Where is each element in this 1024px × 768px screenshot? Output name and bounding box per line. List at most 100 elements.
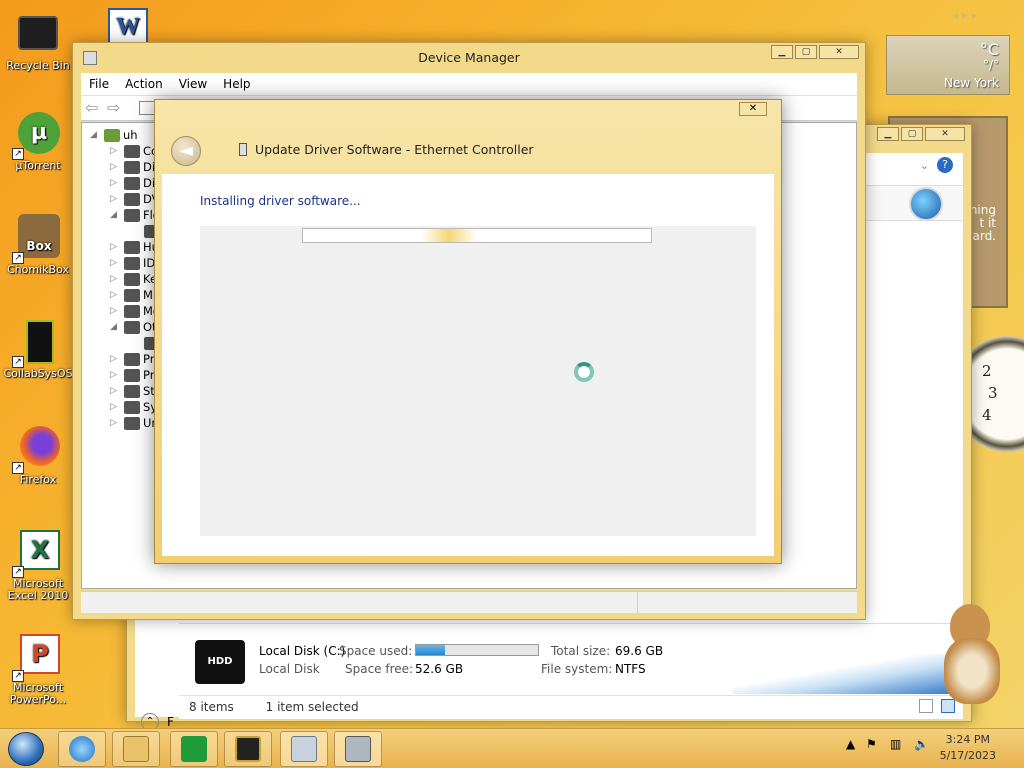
close-button[interactable]: ✕ bbox=[819, 45, 859, 59]
expand-toggle-icon[interactable]: ▷ bbox=[110, 274, 120, 284]
device-category-icon bbox=[124, 400, 140, 414]
hamster-mascot[interactable] bbox=[940, 604, 1006, 708]
expand-toggle-icon[interactable]: ◢ bbox=[110, 322, 120, 332]
tree-item[interactable]: ▷ Un bbox=[110, 415, 159, 431]
device-category-icon bbox=[124, 368, 140, 382]
expand-toggle-icon[interactable]: ▷ bbox=[110, 386, 120, 396]
back-arrow-icon[interactable]: ⇦ bbox=[85, 98, 98, 117]
desktop-icon-label: Microsoft PowerPo... bbox=[9, 681, 67, 706]
device-category-icon bbox=[124, 192, 140, 206]
device-category-icon bbox=[124, 384, 140, 398]
show-hidden-icons[interactable]: ▲ bbox=[846, 737, 855, 751]
drive-name: Local Disk (C:) bbox=[259, 644, 346, 658]
tree-root[interactable]: ◢ uh bbox=[90, 127, 138, 143]
desktop-icon-label: CollabSysOS bbox=[3, 367, 73, 380]
forward-arrow-icon[interactable]: ⇨ bbox=[107, 98, 120, 117]
taskbar-store[interactable] bbox=[170, 731, 218, 767]
expand-toggle-icon[interactable]: ▷ bbox=[110, 162, 120, 172]
taskbar: ▲ ⚑ ▥ 🔈 3:24 PM 5/17/2023 bbox=[0, 728, 1024, 768]
busy-spinner-icon bbox=[574, 362, 594, 382]
expand-toggle-icon[interactable]: ▷ bbox=[110, 370, 120, 380]
volume-muted-icon[interactable]: 🔈 bbox=[914, 737, 929, 751]
clock-number: 4 bbox=[982, 406, 992, 424]
desktop-icon-label: Recycle Bin bbox=[6, 59, 70, 72]
progress-marquee bbox=[421, 229, 477, 242]
maximize-button[interactable]: ▢ bbox=[795, 45, 817, 59]
expand-toggle-icon[interactable]: ▷ bbox=[110, 178, 120, 188]
expand-toggle-icon[interactable]: ▷ bbox=[110, 402, 120, 412]
excel-icon: X ↗ bbox=[12, 528, 62, 578]
device-category-icon bbox=[124, 176, 140, 190]
desktop-icon-powerpoint[interactable]: P ↗ Microsoft PowerPo... bbox=[0, 632, 76, 706]
expand-toggle-icon[interactable]: ▷ bbox=[110, 290, 120, 300]
file-system-value: NTFS bbox=[615, 662, 646, 676]
tree-item[interactable]: ◢ Ot bbox=[110, 319, 157, 335]
tree-item[interactable]: ▷ Hu bbox=[110, 239, 159, 255]
tree-item[interactable]: ▷ ID bbox=[110, 255, 155, 271]
install-status: Installing driver software... bbox=[200, 194, 361, 208]
gadget-nav-arrows[interactable]: ◂ ▸ ▸ bbox=[952, 8, 978, 22]
expand-toggle-icon[interactable]: ▷ bbox=[110, 194, 120, 204]
help-icon[interactable]: ? bbox=[937, 157, 953, 173]
taskbar-update-driver[interactable] bbox=[334, 731, 382, 767]
taskbar-clock[interactable]: 3:24 PM 5/17/2023 bbox=[940, 732, 996, 764]
clock-date: 5/17/2023 bbox=[939, 749, 996, 762]
tree-item[interactable]: ▷ Pri bbox=[110, 351, 158, 367]
status-bar bbox=[81, 591, 857, 613]
menu-action[interactable]: Action bbox=[117, 77, 171, 91]
expand-toggle-icon[interactable]: ◢ bbox=[110, 210, 120, 220]
desktop-icon-label: µTorrent bbox=[15, 159, 61, 172]
total-size-label: Total size: bbox=[551, 644, 611, 658]
desktop-icon-firefox[interactable]: ↗ Firefox bbox=[0, 424, 76, 486]
desktop-icon-utorrent[interactable]: µ ↗ µTorrent bbox=[0, 110, 76, 172]
menu-help[interactable]: Help bbox=[215, 77, 258, 91]
tree-item[interactable]: ▷ DV bbox=[110, 191, 160, 207]
expand-toggle-icon[interactable]: ▷ bbox=[110, 418, 120, 428]
minimize-button[interactable]: ▁ bbox=[877, 127, 899, 141]
details-view-icon[interactable] bbox=[919, 699, 933, 713]
network-icon[interactable]: ▥ bbox=[890, 737, 901, 751]
weather-unit: °C bbox=[979, 40, 999, 59]
taskbar-device-manager[interactable] bbox=[280, 731, 328, 767]
selection-count: 1 item selected bbox=[265, 700, 359, 714]
tree-item[interactable]: ◢ Flo bbox=[110, 207, 160, 223]
windows-flag-icon bbox=[909, 187, 943, 221]
tree-item[interactable]: ▷ Ke bbox=[110, 271, 157, 287]
tree-item[interactable]: ▷ Pri bbox=[110, 367, 158, 383]
show-hide-icon[interactable] bbox=[139, 101, 155, 115]
action-center-flag-icon[interactable]: ⚑ bbox=[866, 737, 877, 751]
back-button[interactable]: ◄ bbox=[171, 136, 201, 166]
taskbar-internet-explorer[interactable] bbox=[58, 731, 106, 767]
desktop-icon-excel[interactable]: X ↗ Microsoft Excel 2010 bbox=[0, 528, 76, 602]
close-button[interactable]: ✕ bbox=[925, 127, 965, 141]
desktop-icon-chomikbox[interactable]: Box ↗ ChomikBox bbox=[0, 214, 76, 276]
device-icon bbox=[239, 143, 247, 156]
start-button[interactable] bbox=[8, 732, 44, 766]
minimize-button[interactable]: ▁ bbox=[771, 45, 793, 59]
expand-toggle-icon[interactable]: ▷ bbox=[110, 306, 120, 316]
expand-toggle-icon[interactable]: ▷ bbox=[110, 242, 120, 252]
weather-gadget[interactable]: °C °/° New York bbox=[886, 35, 1010, 95]
item-count: 8 items bbox=[189, 700, 234, 714]
menu-file[interactable]: File bbox=[81, 77, 117, 91]
taskbar-file-explorer[interactable] bbox=[112, 731, 160, 767]
space-free-label: Space free: bbox=[345, 662, 414, 676]
tree-item[interactable]: ▷ Mo bbox=[110, 303, 160, 319]
desktop-icon-collabsys[interactable]: ↗ CollabSysOS bbox=[0, 318, 76, 380]
menu-view[interactable]: View bbox=[171, 77, 215, 91]
tree-item[interactable]: ▷ Mi bbox=[110, 287, 156, 303]
space-used-fill bbox=[416, 645, 446, 655]
expand-toggle-icon[interactable]: ▷ bbox=[110, 146, 120, 156]
expand-toggle-icon[interactable]: ▷ bbox=[110, 354, 120, 364]
taskbar-chomikbox[interactable] bbox=[224, 731, 272, 767]
ribbon-expand-icon[interactable]: ⌄ bbox=[920, 159, 929, 172]
tree-item[interactable]: ▷ Co bbox=[110, 143, 158, 159]
expand-toggle-icon[interactable]: ▷ bbox=[110, 258, 120, 268]
device-manager-taskbar-icon bbox=[291, 736, 317, 762]
maximize-button[interactable]: ▢ bbox=[901, 127, 923, 141]
chomikbox-icon: Box ↗ bbox=[12, 214, 62, 264]
close-button[interactable]: ✕ bbox=[739, 102, 767, 116]
device-manager-app-icon bbox=[83, 51, 97, 65]
update-driver-dialog[interactable]: ✕ ◄ Update Driver Software - Ethernet Co… bbox=[154, 99, 782, 564]
desktop-icon-recycle-bin[interactable]: Recycle Bin bbox=[0, 10, 76, 72]
